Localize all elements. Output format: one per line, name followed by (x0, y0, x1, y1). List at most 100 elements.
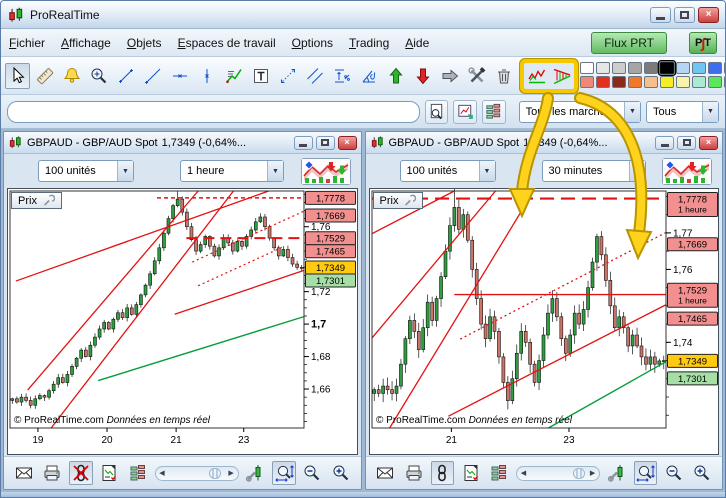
prt-logo[interactable]: P∫T (689, 32, 717, 54)
tool-report-button[interactable] (459, 461, 483, 485)
tool-vertical-line-button[interactable] (194, 63, 219, 89)
color-swatch-ffffff[interactable] (580, 62, 594, 74)
type-dropdown[interactable]: Tous ▼ (646, 101, 719, 123)
tool-segment-button[interactable] (113, 63, 138, 89)
tool-settings-button[interactable] (605, 461, 629, 485)
minimize-button[interactable] (650, 7, 671, 23)
open-list-button[interactable] (482, 100, 506, 124)
tool-mail-button[interactable] (12, 461, 36, 485)
chart2-close-button[interactable]: × (699, 136, 718, 150)
tool-settings-button[interactable] (244, 461, 268, 485)
scroll-thumb[interactable] (573, 468, 585, 479)
tool-parallel-lines-button[interactable] (302, 63, 327, 89)
color-swatch-5ae85a[interactable] (708, 76, 722, 88)
menu-item-aide[interactable]: Aide (405, 36, 429, 50)
tool-pattern-wedge-button[interactable] (549, 63, 574, 89)
tool-ray-button[interactable] (140, 63, 165, 89)
color-swatch-f08878[interactable] (580, 76, 594, 88)
tool-percent-measure-button[interactable] (329, 63, 354, 89)
chart1-units-dropdown[interactable]: 100 unités ▼ (38, 160, 134, 182)
chart-scrollbar[interactable]: ◀▶ (516, 466, 600, 481)
color-swatch-7b7b7b[interactable] (644, 62, 658, 74)
tool-list-button[interactable] (126, 461, 150, 485)
scroll-right-icon[interactable]: ▶ (225, 467, 238, 480)
chart2-units-dropdown[interactable]: 100 unités ▼ (400, 160, 496, 182)
scroll-thumb[interactable] (209, 468, 221, 479)
color-swatch-f5ee25[interactable] (660, 76, 674, 88)
scroll-left-icon[interactable]: ◀ (156, 467, 169, 480)
chart-scrollbar[interactable]: ◀▶ (155, 466, 239, 481)
chart1-maximize-button[interactable] (316, 136, 335, 150)
main-titlebar[interactable]: ProRealTime × (1, 1, 725, 29)
tool-delete-button[interactable] (491, 63, 516, 89)
maximize-button[interactable] (674, 7, 695, 23)
tool-free-arrow-button[interactable] (275, 63, 300, 89)
chart2-price-panel-label[interactable]: Prix (373, 192, 424, 209)
chart1-minimize-button[interactable] (294, 136, 313, 150)
tool-indicator-lines-button[interactable] (221, 63, 246, 89)
tool-report-button[interactable] (98, 461, 122, 485)
color-swatch-a5a5a5[interactable] (628, 62, 642, 74)
chart2-price-chart[interactable]: 1,771,761,741,77781 heure1,76691,75291 h… (370, 189, 720, 449)
tool-arrow-up-button[interactable] (383, 63, 408, 89)
color-swatch-f5c089[interactable] (644, 76, 658, 88)
flux-prt-button[interactable]: Flux PRT (591, 32, 667, 54)
color-swatch-abead2[interactable] (692, 76, 706, 88)
chart2-titlebar[interactable]: GBPAUD - GBP/AUD Spot 1,7349 (-0,64%... … (366, 132, 723, 154)
tool-arrow-right-button[interactable] (437, 63, 462, 89)
menu-item-objets[interactable]: Objets (127, 36, 162, 50)
tool-arrow-down-button[interactable] (410, 63, 435, 89)
chart1-indicators-button[interactable] (301, 158, 351, 185)
scroll-left-icon[interactable]: ◀ (517, 467, 530, 480)
search-button[interactable] (425, 100, 449, 124)
tool-print-button[interactable] (402, 461, 426, 485)
menu-item-fichier[interactable]: Fichier (9, 36, 45, 50)
close-button[interactable]: × (698, 7, 719, 23)
tool-mail-button[interactable] (374, 461, 398, 485)
tool-zoom-plus-button[interactable] (86, 63, 111, 89)
tool-zoom-in-button[interactable] (691, 461, 715, 485)
tool-zoom-out-button[interactable] (301, 461, 325, 485)
chart2-indicators-button[interactable] (662, 158, 712, 185)
tool-print-button[interactable] (41, 461, 65, 485)
color-swatch-f07828[interactable] (628, 76, 642, 88)
tool-zoom-fit-button[interactable] (634, 461, 658, 485)
chart2-maximize-button[interactable] (677, 136, 696, 150)
chart1-price-chart[interactable]: 1,761,721,71,681,661,77781,76691,75291,7… (8, 189, 358, 449)
menu-item-options[interactable]: Options (292, 36, 333, 50)
chart1-area[interactable]: Prix 1,761,721,71,681,661,77781,76691,75… (7, 188, 358, 455)
tool-text-button[interactable] (248, 63, 273, 89)
tool-list-button[interactable] (488, 461, 512, 485)
market-dropdown[interactable]: Tous les marchés ▼ (519, 101, 641, 123)
chart2-timeframe-dropdown[interactable]: 30 minutes ▼ (542, 160, 646, 182)
tool-zoom-in-button[interactable] (329, 461, 353, 485)
tool-cursor-button[interactable] (5, 63, 30, 89)
tool-horizontal-line-button[interactable] (167, 63, 192, 89)
color-swatch-b5d5f5[interactable] (676, 62, 690, 74)
tool-tools-button[interactable] (464, 63, 489, 89)
open-chart-button[interactable] (453, 100, 477, 124)
tool-link-button[interactable] (431, 461, 455, 485)
tool-pattern-channel-button[interactable] (524, 63, 549, 89)
color-swatch-e6e6e6[interactable] (596, 62, 610, 74)
tool-ruler-button[interactable] (32, 63, 57, 89)
menu-item-espaces-de-travail[interactable]: Espaces de travail (178, 36, 276, 50)
color-swatch-3b6ff0[interactable] (708, 62, 722, 74)
menu-item-trading[interactable]: Trading (349, 36, 389, 50)
chart1-close-button[interactable]: × (338, 136, 357, 150)
tool-zoom-fit-button[interactable] (272, 461, 296, 485)
color-swatch-8c2a1a[interactable] (612, 76, 626, 88)
chart1-titlebar[interactable]: GBPAUD - GBP/AUD Spot 1,7349 (-0,64%... … (4, 132, 361, 154)
chart1-price-panel-label[interactable]: Prix (11, 192, 62, 209)
chart1-timeframe-dropdown[interactable]: 1 heure ▼ (180, 160, 284, 182)
color-swatch-000000[interactable] (659, 61, 675, 75)
menu-item-affichage[interactable]: Affichage (61, 36, 111, 50)
tool-link-button[interactable] (69, 461, 93, 485)
tool-angle-button[interactable] (356, 63, 381, 89)
color-swatch-e53020[interactable] (596, 76, 610, 88)
scroll-right-icon[interactable]: ▶ (586, 467, 599, 480)
chart2-area[interactable]: Prix 1,771,761,741,77781 heure1,76691,75… (369, 188, 720, 455)
color-swatch-cdcdcd[interactable] (612, 62, 626, 74)
color-swatch-f8f3ab[interactable] (676, 76, 690, 88)
chart2-minimize-button[interactable] (655, 136, 674, 150)
